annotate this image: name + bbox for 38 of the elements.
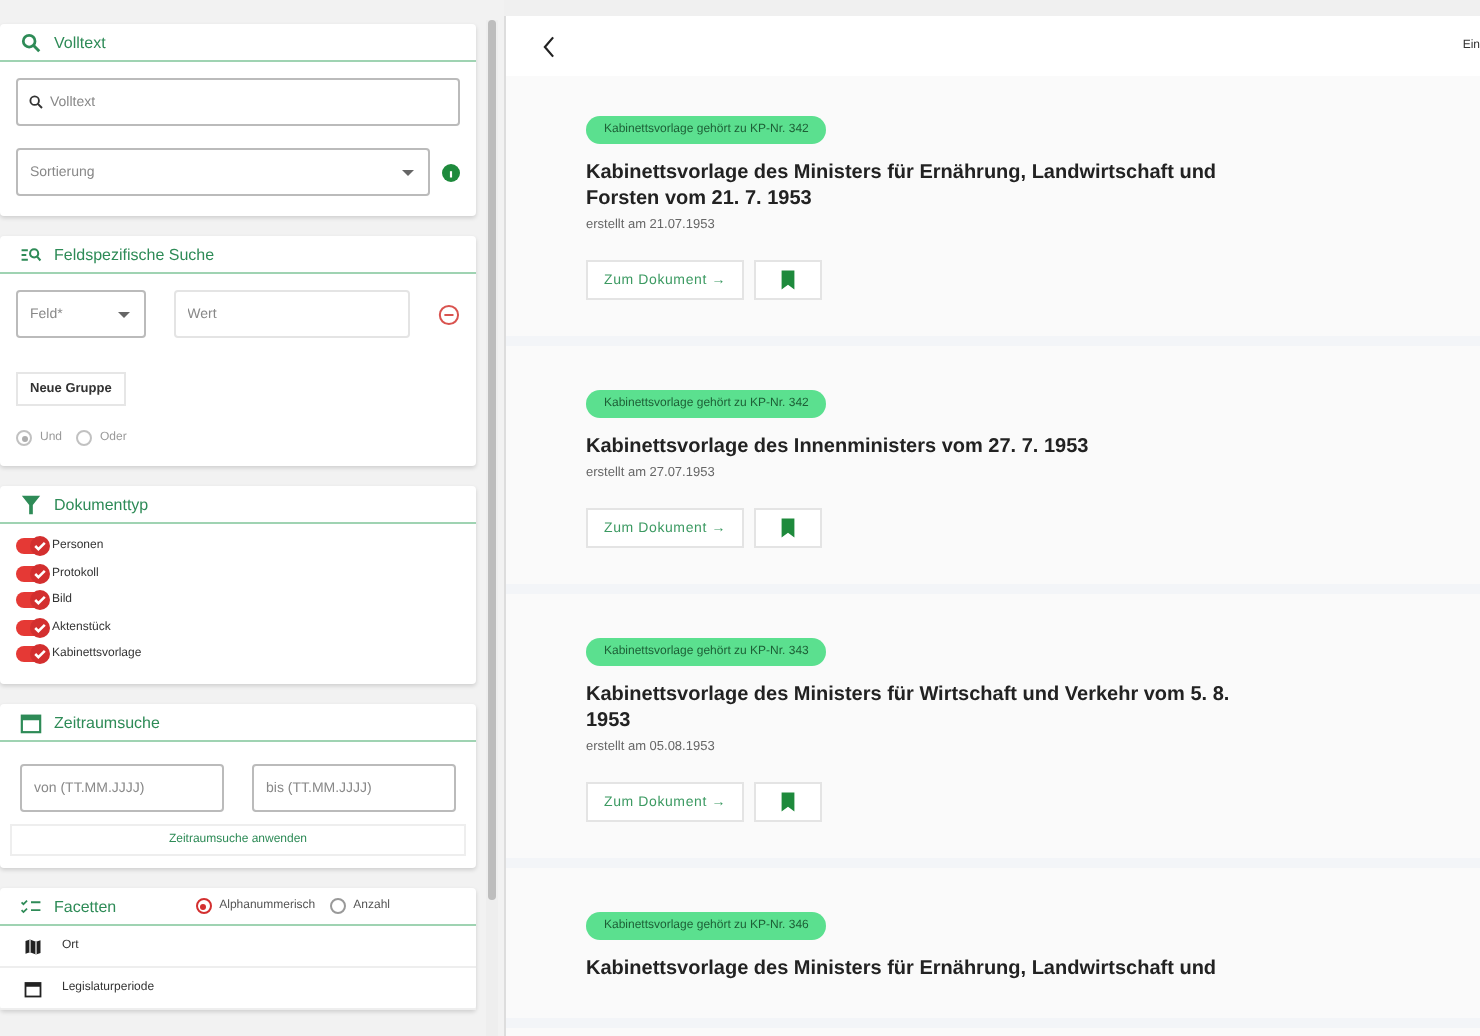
search-icon <box>20 31 42 53</box>
radio-button[interactable] <box>76 430 93 446</box>
card-title: Volltext <box>54 33 106 51</box>
caret-icon <box>402 169 414 175</box>
toggle-switch[interactable] <box>16 565 48 581</box>
radio-button[interactable] <box>16 430 32 446</box>
search-icon <box>28 94 44 110</box>
checklist-icon <box>20 895 42 917</box>
radio-button[interactable] <box>195 898 212 914</box>
bookmark-icon <box>780 792 796 812</box>
result-title[interactable]: Kabinettsvorlage des Ministers für Ernährung, Landwirtschaft und <box>586 956 1266 982</box>
filter-icon <box>20 493 42 515</box>
radio-button[interactable] <box>329 898 346 914</box>
back-icon[interactable] <box>542 35 556 57</box>
calendar-icon <box>20 711 42 733</box>
card-title: Feldspezifische Suche <box>54 245 215 263</box>
bookmark-button[interactable] <box>754 508 822 548</box>
bookmark-button[interactable] <box>754 260 822 300</box>
result-title[interactable]: Kabinettsvorlage des Ministers für Ernährung, Landwirtschaft und Forsten vom 21. 7. 1953 <box>586 160 1266 212</box>
calendar-icon <box>24 979 42 997</box>
caret-icon <box>117 311 130 317</box>
list-search-icon <box>20 243 42 265</box>
card-title: Dokumenttyp <box>54 495 149 513</box>
remove-icon[interactable] <box>438 303 460 325</box>
card-title: Facetten <box>54 897 117 915</box>
result-title[interactable]: Kabinettsvorlage des Innenministers vom 27. 7. 1953 <box>586 434 1266 460</box>
map-icon <box>24 937 42 955</box>
bookmark-icon <box>780 270 796 290</box>
toggle-switch[interactable] <box>16 619 48 635</box>
bookmark-button[interactable] <box>754 782 822 822</box>
info-icon[interactable] <box>442 163 460 181</box>
scrollbar[interactable] <box>486 20 498 1036</box>
toggle-switch[interactable] <box>16 592 48 608</box>
toggle-switch[interactable] <box>16 538 48 554</box>
card-title: Zeitraumsuche <box>54 713 160 731</box>
toggle-switch[interactable] <box>16 646 48 662</box>
bookmark-icon <box>780 518 796 538</box>
result-title[interactable]: Kabinettsvorlage des Ministers für Wirtschaft und Verkehr vom 5. 8. 1953 <box>586 682 1266 734</box>
